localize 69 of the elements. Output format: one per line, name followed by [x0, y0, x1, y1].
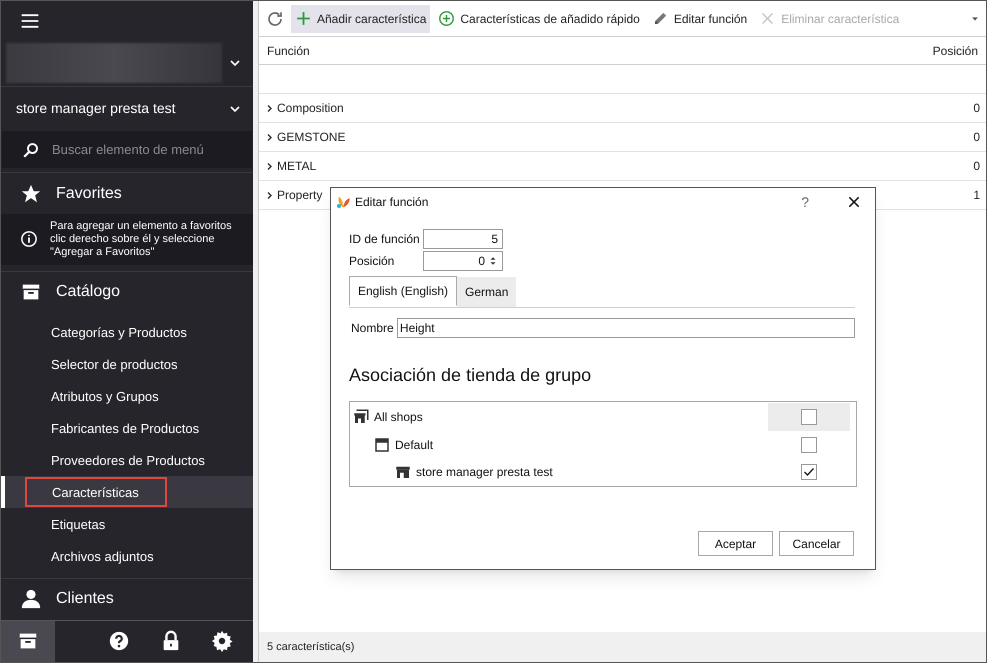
status-text: 5 característica(s) [267, 640, 354, 655]
menu-item[interactable]: Proveedores de Productos [25, 445, 231, 476]
section-header[interactable]: Clientes [56, 587, 114, 612]
selection-bar [1, 476, 5, 508]
refresh-icon [266, 10, 284, 28]
table-cell-text: Composition [277, 100, 344, 117]
tree-label[interactable]: Default [395, 436, 434, 454]
table-cell-text: GEMSTONE [277, 129, 346, 146]
close-icon [847, 195, 861, 209]
leaf-logo-icon [335, 194, 351, 210]
column-header: Posición [932, 42, 978, 60]
plus-icon [295, 10, 312, 27]
check-icon [803, 466, 815, 478]
section-title: Asociación de tienda de grupo [349, 364, 592, 387]
plus-circle-icon [438, 10, 456, 27]
table-cell-text: METAL [277, 158, 316, 175]
tree-label[interactable]: All shops [374, 408, 423, 426]
close-button[interactable] [847, 195, 861, 209]
info-icon [20, 230, 38, 248]
checkbox[interactable] [801, 408, 817, 425]
name-field[interactable]: Height [396, 318, 855, 338]
search-field[interactable]: Buscar elemento de menú [52, 140, 232, 160]
chevron-right-icon [265, 132, 274, 142]
footer-button[interactable] [1, 620, 55, 662]
search-icon [22, 140, 40, 159]
store-name[interactable]: store manager presta test [16, 98, 176, 120]
help-button[interactable]: ? [801, 192, 809, 212]
dialog-button[interactable]: Cancelar [779, 531, 854, 556]
number-field[interactable]: 5 [423, 229, 503, 249]
menu-item[interactable]: Características [25, 477, 167, 508]
settings-icon [211, 630, 234, 652]
toolbar-button[interactable]: Editar función [648, 4, 752, 32]
favorites-hint: Para agregar un elemento a favoritos clic derecho sobre él y seleccione "Agregar a Favoritos" [50, 220, 232, 259]
field-label: Nombre [351, 320, 395, 337]
person-icon [20, 588, 42, 610]
window-icon [373, 436, 391, 454]
dialog-button[interactable]: Aceptar [698, 531, 773, 556]
column-header: Función [267, 42, 311, 60]
language-tab[interactable]: English (English) [349, 276, 458, 306]
menu-item[interactable]: Atributos y Grupos [25, 381, 185, 412]
section-header[interactable]: Catálogo [56, 280, 120, 304]
menu-item[interactable]: Etiquetas [25, 509, 132, 540]
menu-item[interactable]: Categorías y Productos [25, 317, 213, 348]
menu-item[interactable]: Selector de productos [25, 349, 204, 380]
help-icon [108, 630, 130, 652]
language-tab[interactable]: German [457, 277, 516, 307]
star-icon [20, 182, 42, 205]
number-field[interactable]: 0 [423, 251, 503, 271]
shops-icon [352, 408, 370, 426]
table-cell-text: 0 [973, 100, 980, 117]
tree-label[interactable]: store manager presta test [416, 463, 553, 482]
menu-item[interactable]: Fabricantes de Productos [25, 413, 226, 444]
table-cell-text: 1 [973, 187, 980, 204]
toolbar-button[interactable]: Características de añadido rápido [434, 4, 644, 32]
checkbox[interactable] [801, 464, 817, 480]
chevron-right-icon [265, 190, 274, 200]
table-cell-text: 0 [973, 129, 980, 146]
section-header[interactable]: Favorites [56, 182, 122, 206]
search-bar[interactable]: Buscar elemento de menú [2, 130, 252, 168]
checkbox[interactable] [801, 436, 817, 452]
table-cell-text: Property [277, 187, 322, 204]
field-label: ID de función [349, 231, 421, 248]
chevron-right-icon [265, 104, 274, 112]
dialog-title: Editar función [355, 194, 428, 211]
toolbar-button[interactable]: Añadir característica [291, 4, 430, 32]
table-cell-text: 0 [973, 158, 980, 175]
chevron-right-icon [265, 162, 274, 170]
menu-item[interactable]: Archivos adjuntos [25, 541, 180, 572]
field-label: Posición [349, 253, 396, 270]
